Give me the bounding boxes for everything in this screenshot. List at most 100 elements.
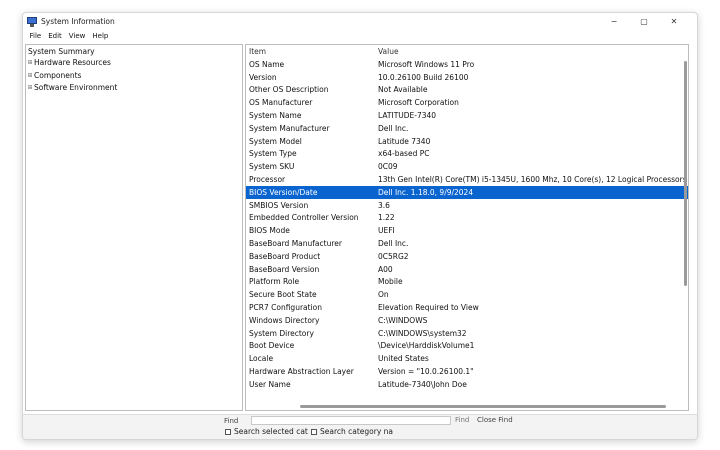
table-row[interactable]: BIOS Version/Date Dell Inc. 1.18.0, 9/9/2… — [246, 185, 688, 199]
find-input[interactable] — [251, 416, 451, 425]
table-row[interactable]: System SKU 0C09 — [246, 160, 688, 173]
row-item-cell: Processor — [249, 175, 286, 185]
row-item-cell: Embedded Controller Version — [249, 213, 359, 223]
table-row[interactable]: PCR7 Configuration Elevation Required to … — [246, 301, 688, 314]
search-selected-category-label: Search selected cat — [234, 427, 308, 436]
table-row[interactable]: BaseBoard Product 0C5RG2 — [246, 250, 688, 263]
table-row[interactable]: Other OS Description Not Available — [246, 84, 688, 97]
table-row[interactable]: Embedded Controller Version 1.22 — [246, 212, 688, 225]
row-item-cell: Locale — [249, 354, 274, 364]
table-row[interactable]: User Name Latitude-7340\John Doe — [246, 378, 688, 391]
row-item-cell: BIOS Version/Date — [249, 187, 318, 197]
expand-icon[interactable]: ⊞ — [27, 82, 33, 95]
table-row[interactable]: Boot Device \Device\HarddiskVolume1 — [246, 340, 688, 353]
row-value-cell: Dell Inc. 1.18.0, 9/9/2024 — [378, 187, 474, 197]
row-item-cell: BaseBoard Manufacturer — [249, 239, 342, 249]
search-category-names-option[interactable]: Search category na — [311, 427, 393, 436]
row-item-cell: BIOS Mode — [249, 226, 290, 236]
details-list: Item Value OS Name Microsoft Windows 11 P… — [245, 44, 689, 411]
tree-item-hardware-resources[interactable]: ⊞ Hardware Resources — [26, 57, 242, 70]
horizontal-scrollbar[interactable] — [246, 403, 688, 410]
row-item-cell: Version — [249, 72, 277, 82]
table-row[interactable]: Processor 13th Gen Intel(R) Core(TM) i5-1… — [246, 173, 688, 186]
row-value-cell: 3.6 — [378, 200, 390, 210]
menu-file[interactable]: File — [26, 30, 45, 42]
row-item-cell: User Name — [249, 379, 291, 389]
table-row[interactable]: System Name LATITUDE-7340 — [246, 109, 688, 122]
row-item-cell: SMBIOS Version — [249, 200, 309, 210]
row-value-cell: 0C5RG2 — [378, 251, 409, 261]
row-item-cell: Hardware Abstraction Layer — [249, 367, 354, 377]
search-category-names-checkbox[interactable] — [311, 428, 317, 435]
minimize-button[interactable]: − — [599, 13, 629, 30]
menu-help[interactable]: Help — [89, 30, 112, 42]
row-value-cell: Microsoft Windows 11 Pro — [378, 59, 475, 69]
list-header: Item Value — [246, 45, 688, 58]
search-category-names-label: Search category na — [320, 427, 394, 436]
row-value-cell: 13th Gen Intel(R) Core(TM) i5-1345U, 160… — [378, 175, 684, 185]
tree-item-system-summary[interactable]: System Summary — [26, 46, 242, 57]
column-header-item[interactable]: Item — [246, 47, 378, 56]
row-item-cell: System Model — [249, 136, 302, 146]
table-row[interactable]: Hardware Abstraction Layer Version = "10.… — [246, 365, 688, 378]
table-row[interactable]: System Manufacturer Dell Inc. — [246, 122, 688, 135]
row-value-cell: Microsoft Corporation — [378, 98, 459, 108]
expand-icon[interactable]: ⊞ — [27, 70, 33, 83]
category-tree: System Summary ⊞ Hardware Resources ⊞ Co… — [25, 44, 243, 411]
column-header-value[interactable]: Value — [378, 47, 684, 56]
vertical-scroll-thumb[interactable] — [684, 61, 687, 286]
table-row[interactable]: SMBIOS Version 3.6 — [246, 199, 688, 212]
window-controls: − ▢ ✕ — [599, 13, 689, 30]
table-row[interactable]: Platform Role Mobile — [246, 276, 688, 289]
table-row[interactable]: BIOS Mode UEFI — [246, 224, 688, 237]
row-value-cell: Version = "10.0.26100.1" — [378, 367, 474, 377]
row-value-cell: UEFI — [378, 226, 395, 236]
row-item-cell: PCR7 Configuration — [249, 303, 322, 313]
row-item-cell: System Manufacturer — [249, 123, 330, 133]
row-item-cell: Platform Role — [249, 277, 300, 287]
vertical-scrollbar[interactable] — [682, 45, 688, 410]
row-item-cell: BaseBoard Version — [249, 264, 320, 274]
table-row[interactable]: Windows Directory C:\WINDOWS — [246, 314, 688, 327]
tree-item-label: Software Environment — [34, 83, 118, 92]
row-item-cell: Windows Directory — [249, 315, 320, 325]
row-value-cell: Mobile — [378, 277, 403, 287]
row-value-cell: Latitude 7340 — [378, 136, 431, 146]
row-item-cell: Secure Boot State — [249, 290, 317, 300]
row-item-cell: System SKU — [249, 162, 295, 172]
horizontal-scroll-thumb[interactable] — [300, 405, 666, 408]
tree-item-software-environment[interactable]: ⊞ Software Environment — [26, 82, 242, 95]
row-value-cell: On — [378, 290, 389, 300]
menu-edit[interactable]: Edit — [45, 30, 66, 42]
close-button[interactable]: ✕ — [659, 13, 689, 30]
row-item-cell: System Directory — [249, 328, 314, 338]
tree-item-label: Components — [34, 70, 82, 80]
table-row[interactable]: BaseBoard Version A00 — [246, 263, 688, 276]
row-value-cell: C:\WINDOWS — [378, 315, 428, 325]
table-row[interactable]: Secure Boot State On — [246, 288, 688, 301]
table-row[interactable]: System Type x64-based PC — [246, 148, 688, 161]
table-row[interactable]: System Model Latitude 7340 — [246, 135, 688, 148]
table-row[interactable]: System Directory C:\WINDOWS\system32 — [246, 327, 688, 340]
search-selected-category-checkbox[interactable] — [225, 428, 231, 435]
menu-view[interactable]: View — [65, 30, 89, 42]
menu-bar: File Edit View Help — [23, 30, 697, 42]
row-value-cell: x64-based PC — [378, 149, 430, 159]
table-row[interactable]: BaseBoard Manufacturer Dell Inc. — [246, 237, 688, 250]
table-row[interactable]: Version 10.0.26100 Build 26100 — [246, 71, 688, 84]
table-row[interactable]: OS Name Microsoft Windows 11 Pro — [246, 58, 688, 71]
list-rows: OS Name Microsoft Windows 11 Pro Version 10… — [246, 58, 688, 391]
title-bar[interactable]: System Information − ▢ ✕ — [23, 13, 697, 30]
row-value-cell: Elevation Required to View — [378, 303, 479, 313]
table-row[interactable]: OS Manufacturer Microsoft Corporation — [246, 96, 688, 109]
find-button[interactable]: Find — [455, 416, 469, 424]
tree-item-components[interactable]: ⊞ Components — [26, 70, 242, 83]
table-row[interactable]: Locale United States — [246, 352, 688, 365]
window-title: System Information — [41, 17, 115, 26]
search-selected-category-option[interactable]: Search selected cat — [225, 427, 308, 436]
expand-icon[interactable]: ⊞ — [27, 57, 33, 70]
row-item-cell: OS Manufacturer — [249, 98, 313, 108]
row-item-cell: System Name — [249, 111, 302, 121]
maximize-button[interactable]: ▢ — [629, 13, 659, 30]
close-find-button[interactable]: Close Find — [477, 416, 513, 424]
